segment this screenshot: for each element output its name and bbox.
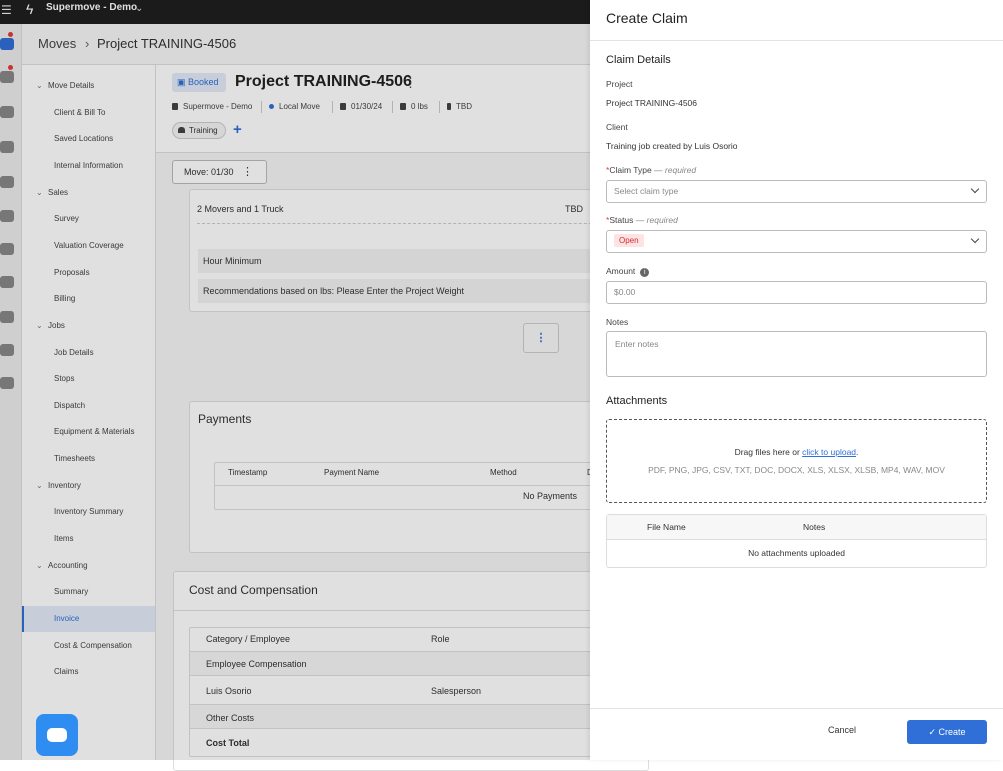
claim-details-heading: Claim Details <box>606 54 671 66</box>
modal-overlay[interactable] <box>0 0 590 760</box>
claim-type-label: *Claim Type — required <box>606 165 697 175</box>
notes-label: Notes <box>606 317 629 327</box>
upload-link[interactable]: click to upload <box>802 447 856 457</box>
table-header: File Name Notes <box>607 515 986 540</box>
dropzone-period: . <box>856 447 859 457</box>
required-hint: — required <box>654 165 697 175</box>
check-icon: ✓ <box>928 727 936 737</box>
project-value: Project TRAINING-4506 <box>606 98 698 108</box>
status-label-text: Status <box>609 215 634 225</box>
amount-label-text: Amount <box>606 266 636 276</box>
project-label: Project <box>606 79 633 89</box>
claim-type-label-text: Claim Type <box>609 165 652 175</box>
divider <box>590 40 1003 41</box>
chat-launcher-button[interactable] <box>36 714 78 756</box>
cancel-button[interactable]: Cancel <box>828 725 856 735</box>
chat-icon <box>47 728 67 742</box>
client-value: Training job created by Luis Osorio <box>606 141 738 151</box>
status-label: *Status — required <box>606 215 678 225</box>
file-types: PDF, PNG, JPG, CSV, TXT, DOC, DOCX, XLS,… <box>648 465 945 475</box>
client-label: Client <box>606 122 628 132</box>
file-dropzone[interactable]: Drag files here or click to upload. PDF,… <box>606 419 987 503</box>
create-claim-drawer: Create Claim Claim Details Project Proje… <box>590 0 1003 760</box>
amount-placeholder: $0.00 <box>614 287 636 297</box>
claim-type-placeholder: Select claim type <box>614 186 679 196</box>
status-chip: Open <box>614 234 644 247</box>
status-select[interactable]: Open <box>606 230 987 253</box>
chevron-down-icon <box>970 234 980 244</box>
attachments-heading: Attachments <box>606 395 668 407</box>
amount-input[interactable]: $0.00 <box>606 281 987 304</box>
dropzone-text: Drag files here or click to upload. <box>607 447 986 457</box>
claim-type-select[interactable]: Select claim type <box>606 180 987 203</box>
attachments-table: File Name Notes No attachments uploaded <box>606 514 987 568</box>
create-button-label: Create <box>938 727 966 737</box>
notes-placeholder: Enter notes <box>615 339 659 349</box>
create-button[interactable]: ✓ Create <box>907 720 987 744</box>
notes-textarea[interactable]: Enter notes <box>606 331 987 377</box>
required-hint: — required <box>635 215 678 225</box>
chevron-down-icon <box>970 184 980 194</box>
info-icon[interactable]: i <box>640 268 650 277</box>
amount-label: Amount i <box>606 266 650 277</box>
no-attachments-text: No attachments uploaded <box>748 548 845 558</box>
dropzone-instruction: Drag files here or <box>734 447 800 457</box>
notes-header: Notes <box>803 522 826 532</box>
file-name-header: File Name <box>647 522 686 532</box>
drawer-title: Create Claim <box>606 10 688 26</box>
drawer-footer <box>590 708 1003 709</box>
